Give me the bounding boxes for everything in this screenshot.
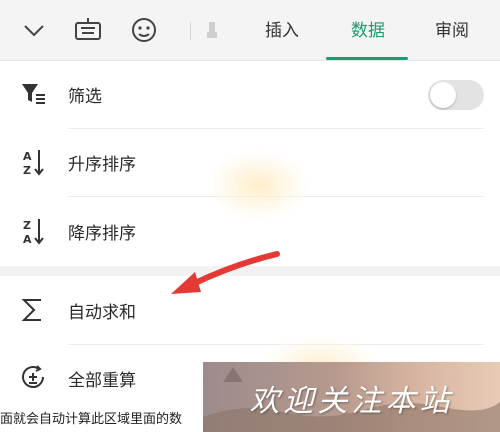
svg-text:A: A: [23, 150, 32, 163]
tab-review[interactable]: 审阅: [410, 14, 494, 48]
chevron-down-icon[interactable]: [18, 14, 50, 46]
caption-text: 面就会自动计算此区域里面的数: [0, 412, 183, 427]
annotation-arrow-icon: [171, 251, 280, 294]
menu-item-filter[interactable]: 筛选: [0, 60, 500, 128]
keyboard-icon[interactable]: [72, 14, 104, 46]
toggle-knob: [430, 82, 456, 108]
brush-icon[interactable]: [196, 14, 228, 46]
menu-label-auto-sum: 自动求和: [68, 303, 136, 323]
tab-insert[interactable]: 插入: [240, 14, 324, 48]
menu-label-recalculate: 全部重算: [68, 371, 136, 391]
toolbar-separator: [190, 22, 191, 40]
svg-text:Z: Z: [23, 164, 31, 177]
recalculate-icon: [16, 360, 50, 394]
watermark-banner: 欢迎关注本站: [203, 362, 500, 432]
watermark-text: 欢迎关注本站: [249, 384, 454, 419]
menu-label-sort-descending: 降序排序: [68, 224, 136, 244]
sigma-icon: [16, 293, 50, 327]
sort-descending-icon: Z A: [16, 214, 50, 248]
svg-text:A: A: [23, 233, 32, 246]
menu-label-filter: 筛选: [68, 87, 102, 107]
sort-ascending-icon: A Z: [16, 145, 50, 179]
smiley-icon[interactable]: [128, 14, 160, 46]
tab-data[interactable]: 数据: [326, 14, 410, 48]
filter-toggle[interactable]: [428, 80, 484, 110]
svg-text:Z: Z: [23, 219, 31, 232]
filter-icon: [16, 77, 50, 111]
top-toolbar: 插入 数据 审阅: [0, 0, 500, 61]
background-blur: [208, 150, 308, 220]
menu-label-sort-ascending: 升序排序: [68, 155, 136, 175]
